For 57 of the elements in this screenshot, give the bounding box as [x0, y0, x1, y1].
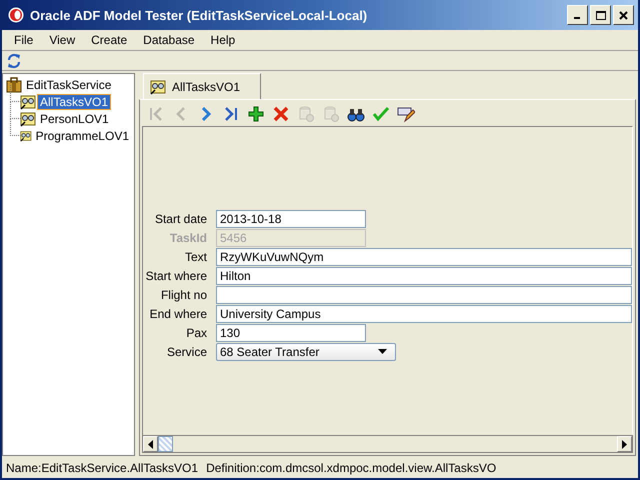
menu-item[interactable]: Help: [202, 33, 244, 47]
tab[interactable]: AllTasksVO1: [143, 73, 262, 99]
dropdown-arrow-icon: [378, 349, 387, 354]
input-field[interactable]: RzyWKuVuwNQym: [216, 248, 632, 266]
maximize-button[interactable]: [590, 5, 611, 25]
tree-item[interactable]: EditTaskService: [24, 78, 114, 92]
checkmark-button[interactable]: [371, 104, 391, 124]
cross-icon: [272, 105, 290, 123]
menu-item[interactable]: Database: [135, 33, 203, 47]
field-label: TaskId: [168, 230, 207, 244]
pencil-icon: [397, 105, 415, 123]
status-text: Definition:com.dmcsol.xdmpoc.model.view.AllTasksVO: [206, 461, 496, 475]
input-field[interactable]: 130: [216, 324, 366, 342]
briefcase-icon: [6, 76, 22, 92]
database-icon: [297, 105, 315, 123]
status-text: Name:EditTaskService.AllTasksVO1: [6, 461, 198, 475]
close-icon: [619, 10, 628, 20]
checkmark-icon: [372, 105, 390, 123]
field-label: Pax: [185, 326, 207, 340]
scroll-right-button[interactable]: [617, 436, 632, 452]
tree-item[interactable]: PersonLOV1: [38, 112, 111, 126]
left-arrow-icon: [148, 440, 153, 448]
service-dropdown[interactable]: 68 Seater Transfer: [216, 342, 396, 360]
delete-button[interactable]: [271, 104, 291, 124]
database-icon: [322, 105, 340, 123]
input-field[interactable]: [216, 286, 632, 304]
view-object-icon: [20, 94, 36, 110]
menu-item[interactable]: File: [6, 33, 42, 47]
refresh-icon[interactable]: [6, 52, 22, 68]
tree-item[interactable]: AllTasksVO1: [38, 94, 110, 108]
input-field[interactable]: University Campus: [216, 304, 632, 322]
field-label: Start where: [144, 268, 207, 282]
field-label: Start date: [154, 212, 207, 226]
input-field[interactable]: Hilton: [216, 266, 632, 284]
view-object-icon: [20, 110, 36, 126]
skip-left-icon: [147, 105, 165, 123]
window-title: Oracle ADF Model Tester (EditTaskServiceLocal-Local): [30, 8, 368, 22]
horizontal-scrollbar[interactable]: [142, 435, 633, 453]
view-object-icon: [150, 78, 166, 94]
minimize-button[interactable]: [567, 5, 588, 25]
menu-item[interactable]: Create: [83, 33, 136, 47]
field-label: End where: [148, 306, 207, 320]
add-button[interactable]: [246, 104, 266, 124]
right-arrow-icon: [622, 440, 627, 448]
skip-right-icon: [222, 105, 240, 123]
close-button[interactable]: [613, 5, 634, 25]
scroll-left-button[interactable]: [143, 436, 158, 452]
scroll-thumb[interactable]: [158, 436, 173, 452]
field-label: Text: [184, 250, 207, 264]
maximize-icon: [596, 10, 606, 20]
plus-icon: [247, 105, 265, 123]
field-label: Service: [166, 344, 207, 358]
tree-item[interactable]: ProgrammeLOV1: [34, 128, 131, 142]
app-logo-icon: [8, 7, 24, 23]
field-label: Flight no: [160, 288, 207, 302]
input-field[interactable]: 2013-10-18: [216, 210, 366, 228]
menu-item[interactable]: View: [41, 33, 84, 47]
